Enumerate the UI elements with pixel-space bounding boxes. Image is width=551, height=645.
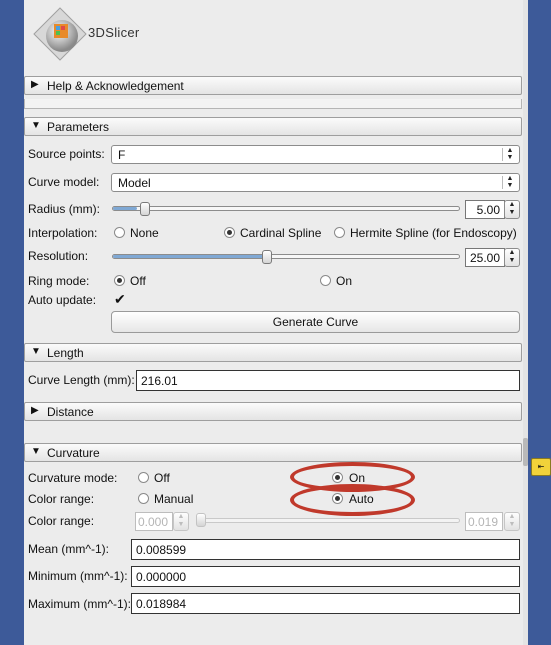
- slider-fill: [113, 207, 138, 210]
- field-value: 0.018984: [136, 597, 187, 611]
- generate-curve-button[interactable]: Generate Curve: [111, 311, 520, 333]
- color-range-manual-radio[interactable]: [138, 493, 149, 504]
- ring-mode-on-radio[interactable]: [320, 275, 331, 286]
- section-title: Parameters: [47, 120, 110, 134]
- slicer-logo-icon: [32, 6, 88, 62]
- slider-fill: [113, 255, 269, 258]
- resolution-spinbox[interactable]: 25.00: [465, 248, 505, 267]
- range-max-spinbox[interactable]: 0.019: [465, 512, 503, 531]
- spin-value: 0.019: [467, 515, 498, 529]
- combo-value: F: [118, 148, 126, 162]
- radius-slider[interactable]: [112, 206, 460, 211]
- updown-arrows-icon: ▲ ▼: [506, 175, 514, 189]
- field-value: 0.008599: [136, 543, 187, 557]
- curvature-mode-off-radio[interactable]: [138, 472, 149, 483]
- interpolation-cardinal-radio[interactable]: [224, 227, 235, 238]
- collapsed-arrow-icon: ▶: [31, 405, 39, 416]
- updown-arrows-icon: ▲ ▼: [506, 147, 514, 161]
- section-title: Length: [47, 346, 84, 360]
- section-title: Distance: [47, 405, 94, 419]
- resolution-slider[interactable]: [112, 254, 460, 259]
- section-distance[interactable]: ▶ Distance: [24, 402, 522, 421]
- radius-stepper[interactable]: ▲ ▼: [504, 200, 520, 219]
- radius-slider-handle[interactable]: [140, 202, 150, 216]
- range-min-spinbox[interactable]: 0.000: [135, 512, 173, 531]
- interpolation-hermite-radio[interactable]: [334, 227, 345, 238]
- source-points-label: Source points:: [28, 147, 105, 161]
- color-range-mode-label: Color range:: [28, 492, 95, 506]
- side-tab-icon[interactable]: ⇤: [531, 458, 551, 476]
- radio-label: Off: [154, 471, 170, 485]
- section-length[interactable]: ▼ Length: [24, 343, 522, 362]
- auto-update-checkbox[interactable]: ✔: [114, 292, 126, 306]
- section-title: Help & Acknowledgement: [47, 79, 184, 93]
- curve-model-label: Curve model:: [28, 175, 100, 189]
- range-slider-handle[interactable]: [196, 513, 206, 527]
- mean-label: Mean (mm^-1):: [28, 542, 109, 556]
- radio-label: Hermite Spline (for Endoscopy): [350, 226, 517, 240]
- radio-label: Off: [130, 274, 146, 288]
- color-range-label: Color range:: [28, 514, 95, 528]
- auto-update-label: Auto update:: [28, 293, 97, 307]
- minimum-field[interactable]: 0.000000: [131, 566, 520, 587]
- right-margin: ⇤: [528, 0, 551, 645]
- expanded-arrow-icon: ▼: [31, 446, 41, 457]
- scrollbar-thumb[interactable]: [523, 438, 528, 466]
- expanded-arrow-icon: ▼: [31, 346, 41, 357]
- curve-length-label: Curve Length (mm):: [28, 373, 135, 387]
- divider: [24, 99, 522, 109]
- field-value: 0.000000: [136, 570, 187, 584]
- interpolation-label: Interpolation:: [28, 226, 98, 240]
- ring-mode-off-radio[interactable]: [114, 275, 125, 286]
- radius-spinbox[interactable]: 5.00: [465, 200, 505, 219]
- radio-label: Manual: [154, 492, 194, 506]
- curve-model-combo[interactable]: Model ▲ ▼: [111, 173, 520, 192]
- collapsed-arrow-icon: ▶: [31, 79, 39, 90]
- interpolation-none-radio[interactable]: [114, 227, 125, 238]
- highlight-ellipse: [290, 484, 415, 516]
- scrollbar[interactable]: [523, 0, 528, 645]
- logo-text: 3DSlicer: [88, 25, 140, 40]
- spin-value: 5.00: [476, 203, 500, 217]
- source-points-combo[interactable]: F ▲ ▼: [111, 145, 520, 164]
- section-title: Curvature: [47, 446, 100, 460]
- ring-mode-label: Ring mode:: [28, 274, 90, 288]
- curve-length-field[interactable]: 216.01: [136, 370, 520, 391]
- field-value: 216.01: [141, 374, 178, 388]
- range-slider[interactable]: [196, 518, 460, 523]
- radio-label: On: [336, 274, 353, 288]
- curvature-mode-label: Curvature mode:: [28, 471, 118, 485]
- radio-label: None: [130, 226, 159, 240]
- radio-label: Cardinal Spline: [240, 226, 322, 240]
- section-curvature[interactable]: ▼ Curvature: [24, 443, 522, 462]
- minimum-label: Minimum (mm^-1):: [28, 569, 128, 583]
- range-min-stepper[interactable]: ▲ ▼: [173, 512, 189, 531]
- resolution-stepper[interactable]: ▲ ▼: [504, 248, 520, 267]
- resolution-slider-handle[interactable]: [262, 250, 272, 264]
- spin-value: 0.000: [137, 515, 168, 529]
- module-panel: 3DSlicer ▶ Help & Acknowledgement ▼ Para…: [24, 0, 528, 645]
- radius-label: Radius (mm):: [28, 202, 101, 216]
- expanded-arrow-icon: ▼: [31, 120, 41, 131]
- maximum-label: Maximum (mm^-1):: [28, 597, 131, 611]
- combo-value: Model: [118, 176, 151, 190]
- resolution-label: Resolution:: [28, 249, 89, 263]
- section-help[interactable]: ▶ Help & Acknowledgement: [24, 76, 522, 95]
- maximum-field[interactable]: 0.018984: [131, 593, 520, 614]
- section-parameters[interactable]: ▼ Parameters: [24, 117, 522, 136]
- range-max-stepper[interactable]: ▲ ▼: [504, 512, 520, 531]
- mean-field[interactable]: 0.008599: [131, 539, 520, 560]
- spin-value: 25.00: [469, 251, 500, 265]
